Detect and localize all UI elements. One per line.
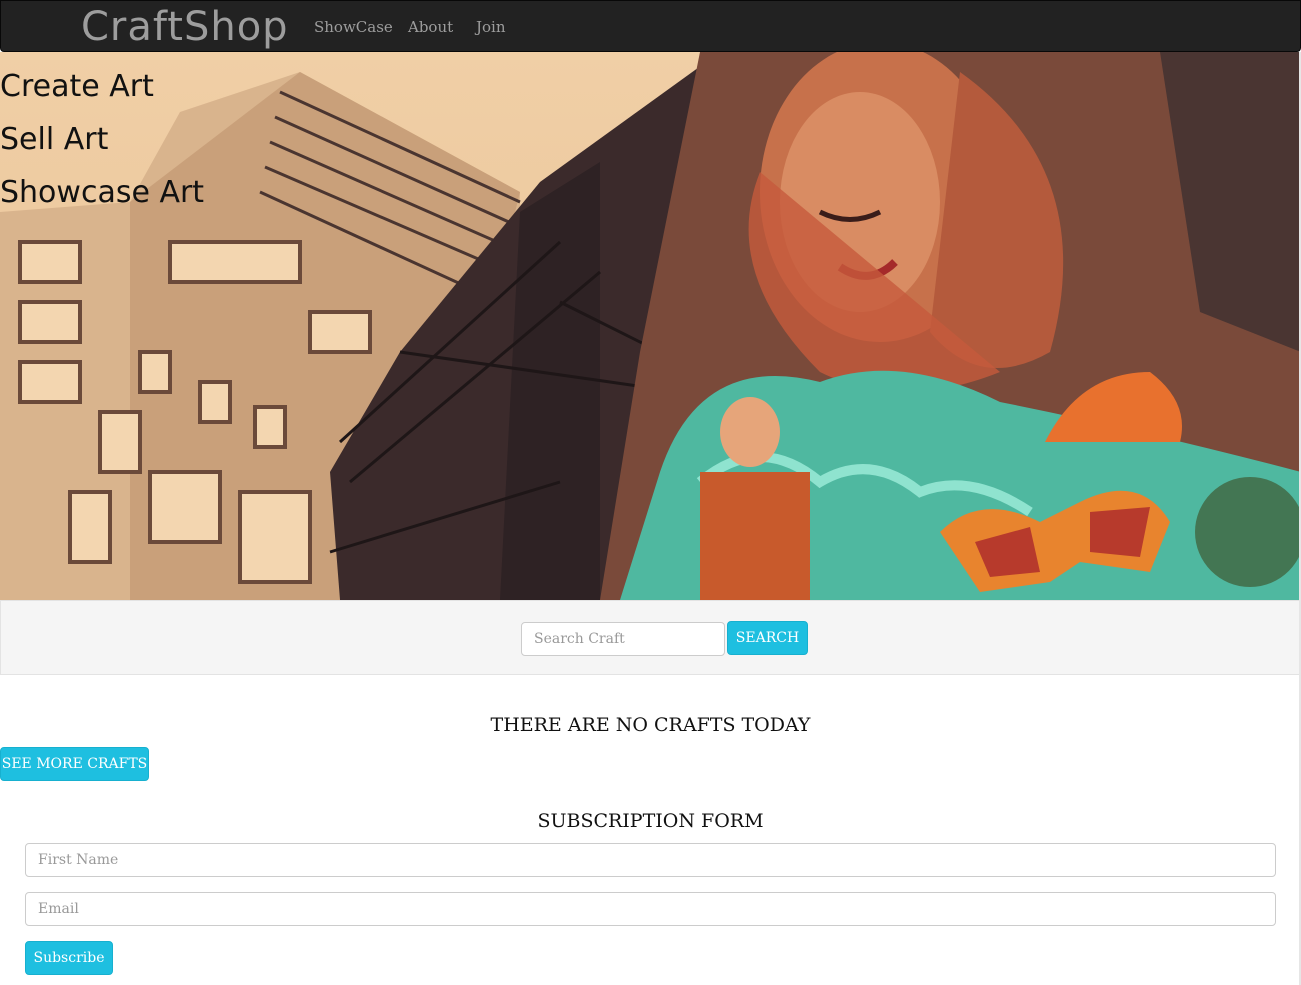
navbar: CraftShop ShowCase About Join xyxy=(0,0,1301,52)
hero-line-showcase: Showcase Art xyxy=(0,175,205,210)
hero-image xyxy=(0,52,1301,600)
email-field[interactable] xyxy=(25,892,1276,926)
hero-line-create: Create Art xyxy=(0,69,154,104)
nav-link-about[interactable]: About xyxy=(408,17,453,37)
subscription-title: SUBSCRIPTION FORM xyxy=(537,810,764,832)
search-input[interactable] xyxy=(521,622,725,656)
search-button[interactable]: SEARCH xyxy=(727,621,808,655)
nav-link-join[interactable]: Join xyxy=(476,17,506,37)
first-name-field[interactable] xyxy=(25,843,1276,877)
see-more-crafts-button[interactable]: SEE MORE CRAFTS xyxy=(0,747,149,781)
brand-logo[interactable]: CraftShop xyxy=(81,3,289,51)
search-section: SEARCH xyxy=(0,600,1301,675)
hero-line-sell: Sell Art xyxy=(0,122,109,157)
hero-banner: Create Art Sell Art Showcase Art xyxy=(0,52,1301,600)
subscribe-button[interactable]: Subscribe xyxy=(25,941,113,975)
no-crafts-message: THERE ARE NO CRAFTS TODAY xyxy=(490,714,811,736)
nav-link-showcase[interactable]: ShowCase xyxy=(314,17,393,37)
